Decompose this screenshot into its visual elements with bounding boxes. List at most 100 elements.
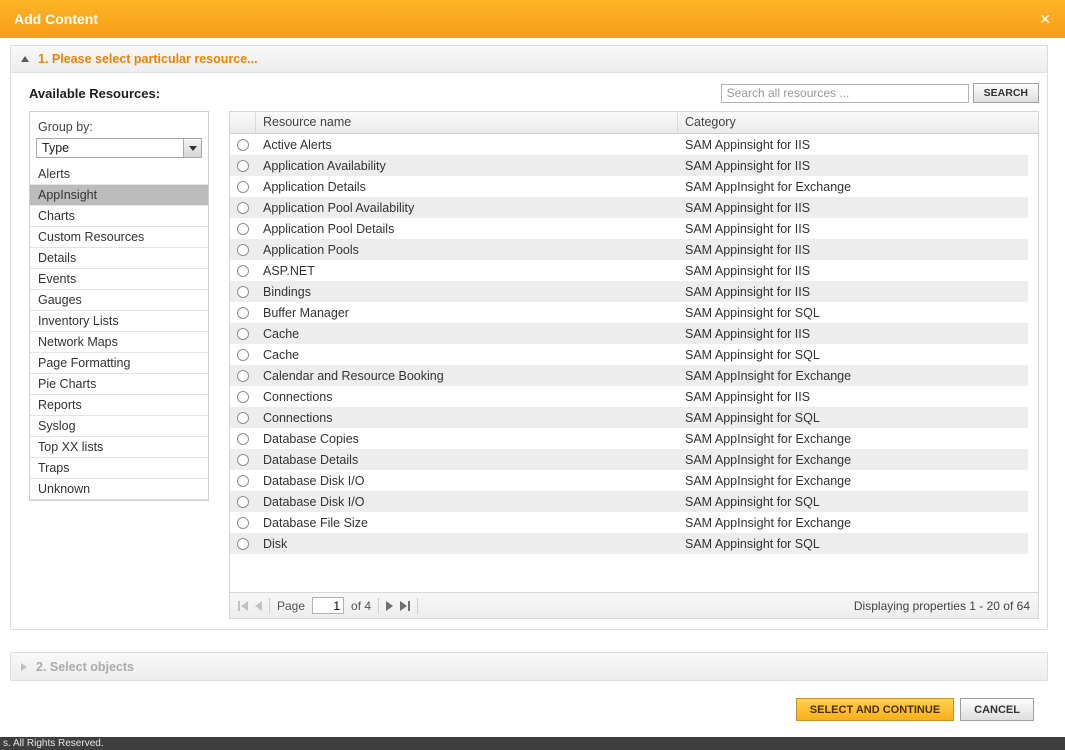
row-radio-button[interactable] — [237, 243, 249, 256]
first-page-icon[interactable] — [238, 600, 248, 611]
table-row[interactable]: Database Disk I/O SAM AppInsight for Exch… — [230, 470, 1028, 491]
page-label: Page — [277, 598, 306, 613]
table-row[interactable]: Connections SAM Appinsight for SQL — [230, 407, 1028, 428]
resource-name: Buffer Manager — [263, 305, 349, 320]
row-radio-button[interactable] — [237, 390, 249, 403]
dialog-action-buttons: SELECT AND CONTINUE CANCEL — [795, 698, 1034, 721]
table-row[interactable]: Application Pool Details SAM Appinsight f… — [230, 218, 1028, 239]
row-radio-button[interactable] — [237, 516, 249, 529]
row-radio-button[interactable] — [237, 369, 249, 382]
step1-panel: 1. Please select particular resource... … — [10, 45, 1048, 630]
page-number-input[interactable] — [312, 597, 345, 614]
cancel-button[interactable]: CANCEL — [960, 698, 1034, 721]
sidebar-item-reports[interactable]: Reports — [30, 395, 208, 416]
last-page-icon[interactable] — [400, 600, 411, 611]
previous-page-icon[interactable] — [255, 600, 262, 611]
sidebar-item-custom-resources[interactable]: Custom Resources — [30, 227, 208, 248]
resource-rows: Active Alerts SAM Appinsight for IIS Appli… — [230, 134, 1038, 554]
table-row[interactable]: Application Pool Availability SAM Appinsi… — [230, 197, 1028, 218]
table-row[interactable]: Buffer Manager SAM Appinsight for SQL — [230, 302, 1028, 323]
resource-name: Cache — [263, 326, 300, 341]
row-radio-button[interactable] — [237, 537, 249, 550]
table-row[interactable]: Database Copies SAM AppInsight for Exchan… — [230, 428, 1028, 449]
search-button[interactable]: SEARCH — [972, 83, 1039, 103]
row-radio-cell — [230, 390, 256, 403]
sidebar-item-inventory-lists[interactable]: Inventory Lists — [30, 311, 208, 332]
table-row[interactable]: Active Alerts SAM Appinsight for IIS — [230, 134, 1028, 155]
row-radio-button[interactable] — [237, 180, 249, 193]
row-radio-button[interactable] — [237, 474, 249, 487]
resource-name: Database Disk I/O — [263, 494, 365, 509]
row-radio-button[interactable] — [237, 222, 249, 235]
resource-category: SAM Appinsight for IIS — [685, 284, 811, 299]
resource-name: Database File Size — [263, 515, 368, 530]
sidebar-item-details[interactable]: Details — [30, 248, 208, 269]
row-radio-button[interactable] — [237, 411, 249, 424]
row-radio-button[interactable] — [237, 201, 249, 214]
resource-category: SAM AppInsight for Exchange — [685, 179, 852, 194]
table-row[interactable]: Database Details SAM AppInsight for Excha… — [230, 449, 1028, 470]
table-row[interactable]: Calendar and Resource Booking SAM AppInsi… — [230, 365, 1028, 386]
table-row[interactable]: Bindings SAM Appinsight for IIS — [230, 281, 1028, 302]
sidebar-item-gauges[interactable]: Gauges — [30, 290, 208, 311]
sidebar-item-page-formatting[interactable]: Page Formatting — [30, 353, 208, 374]
row-radio-cell — [230, 411, 256, 424]
row-radio-button[interactable] — [237, 432, 249, 445]
group-by-select[interactable]: Type — [36, 138, 202, 158]
sidebar-item-pie-charts[interactable]: Pie Charts — [30, 374, 208, 395]
sidebar-item-network-maps[interactable]: Network Maps — [30, 332, 208, 353]
resource-name: Application Pool Details — [263, 221, 395, 236]
row-radio-cell — [230, 516, 256, 529]
pagination-status: Displaying properties 1 - 20 of 64 — [853, 598, 1030, 613]
row-radio-button[interactable] — [237, 159, 249, 172]
table-row[interactable]: Disk SAM Appinsight for SQL — [230, 533, 1028, 554]
row-radio-button[interactable] — [237, 327, 249, 340]
sidebar-item-alerts[interactable]: Alerts — [30, 164, 208, 185]
sidebar-item-traps[interactable]: Traps — [30, 458, 208, 479]
collapse-arrow-icon — [21, 56, 29, 62]
sidebar-item-syslog[interactable]: Syslog — [30, 416, 208, 437]
row-radio-cell — [230, 222, 256, 235]
row-radio-button[interactable] — [237, 138, 249, 151]
row-radio-button[interactable] — [237, 495, 249, 508]
column-resource-name[interactable]: Resource name — [256, 112, 678, 133]
sidebar-item-top-xx-lists[interactable]: Top XX lists — [30, 437, 208, 458]
row-radio-button[interactable] — [237, 264, 249, 277]
step1-header[interactable]: 1. Please select particular resource... — [11, 46, 1047, 73]
table-row[interactable]: Application Details SAM AppInsight for Ex… — [230, 176, 1028, 197]
resource-name: Database Disk I/O — [263, 473, 365, 488]
row-radio-button[interactable] — [237, 348, 249, 361]
column-category[interactable]: Category — [678, 112, 1038, 133]
row-radio-cell — [230, 285, 256, 298]
table-row[interactable]: Database File Size SAM AppInsight for Exc… — [230, 512, 1028, 533]
close-icon[interactable]: ✕ — [1039, 11, 1051, 28]
resource-category: SAM Appinsight for IIS — [685, 389, 811, 404]
copyright-text: s. All Rights Reserved. — [3, 738, 104, 749]
next-page-icon[interactable] — [386, 600, 394, 611]
resource-name: Application Details — [263, 179, 366, 194]
table-row[interactable]: Cache SAM Appinsight for IIS — [230, 323, 1028, 344]
resource-category: SAM AppInsight for Exchange — [685, 431, 852, 446]
table-row[interactable]: Application Availability SAM Appinsight f… — [230, 155, 1028, 176]
table-row[interactable]: Application Pools SAM Appinsight for IIS — [230, 239, 1028, 260]
sidebar-item-unknown[interactable]: Unknown — [30, 479, 208, 500]
step2-header[interactable]: 2. Select objects — [11, 653, 1047, 680]
step1-label: 1. Please select particular resource... — [38, 52, 258, 66]
table-row[interactable]: ASP.NET SAM Appinsight for IIS — [230, 260, 1028, 281]
sidebar-item-appinsight[interactable]: AppInsight — [30, 185, 208, 206]
table-row[interactable]: Cache SAM Appinsight for SQL — [230, 344, 1028, 365]
row-radio-button[interactable] — [237, 453, 249, 466]
resource-grid: Resource name Category Active Alerts SAM … — [229, 111, 1039, 619]
row-radio-button[interactable] — [237, 285, 249, 298]
table-row[interactable]: Connections SAM Appinsight for IIS — [230, 386, 1028, 407]
search-input[interactable] — [720, 83, 969, 103]
chevron-down-icon[interactable] — [183, 139, 201, 157]
sidebar-item-events[interactable]: Events — [30, 269, 208, 290]
row-radio-cell — [230, 180, 256, 193]
sidebar-item-charts[interactable]: Charts — [30, 206, 208, 227]
table-row[interactable]: Database Disk I/O SAM Appinsight for SQL — [230, 491, 1028, 512]
row-radio-cell — [230, 369, 256, 382]
column-selector — [230, 112, 256, 133]
row-radio-button[interactable] — [237, 306, 249, 319]
select-and-continue-button[interactable]: SELECT AND CONTINUE — [795, 698, 955, 721]
